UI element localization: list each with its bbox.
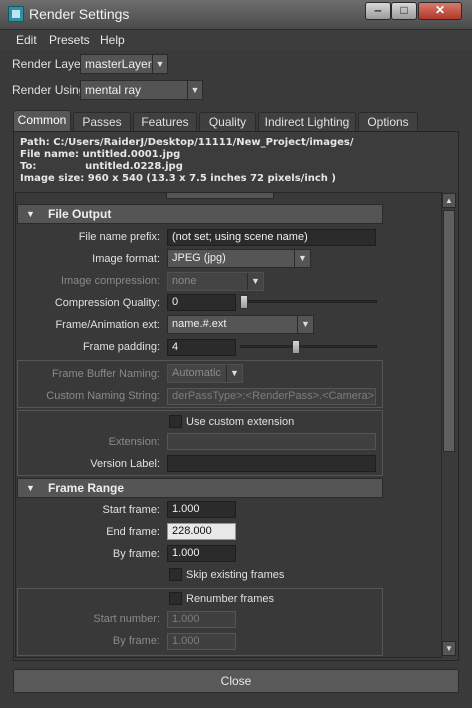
tab-features[interactable]: Features xyxy=(133,112,197,131)
tab-options[interactable]: Options xyxy=(358,112,418,131)
image-compression-dropdown[interactable]: none ▼ xyxy=(167,272,264,291)
chevron-down-icon: ▼ xyxy=(294,250,310,267)
skip-existing-frames-checkbox[interactable] xyxy=(169,568,182,581)
use-custom-extension-label: Use custom extension xyxy=(186,416,295,428)
info-to: To: untitled.0228.jpg xyxy=(20,161,183,172)
file-output-title: File Output xyxy=(48,207,112,221)
tab-common[interactable]: Common xyxy=(13,110,71,131)
use-custom-extension-checkbox[interactable] xyxy=(169,415,182,428)
start-number-input[interactable]: 1.000 xyxy=(167,611,236,628)
clipped-dropdown xyxy=(166,193,274,199)
custom-naming-label: Custom Naming String: xyxy=(46,390,160,402)
close-button[interactable]: Close xyxy=(13,669,459,693)
maya-app-icon xyxy=(8,6,24,22)
render-layer-dropdown[interactable]: masterLayer ▼ xyxy=(80,54,168,74)
end-frame-input[interactable]: 228.000 xyxy=(167,523,236,540)
collapse-triangle-icon: ▼ xyxy=(26,209,35,219)
info-file-name: File name: untitled.0001.jpg xyxy=(20,149,181,160)
scroll-up-arrow-icon[interactable]: ▲ xyxy=(442,193,456,208)
image-format-dropdown[interactable]: JPEG (jpg) ▼ xyxy=(167,249,311,268)
renumber-frames-checkbox[interactable] xyxy=(169,592,182,605)
frame-ext-label: Frame/Animation ext: xyxy=(55,319,160,331)
file-output-header[interactable]: ▼ File Output xyxy=(17,204,383,224)
image-compression-value: none xyxy=(172,275,197,287)
chevron-down-icon: ▼ xyxy=(297,316,313,333)
chevron-down-icon: ▼ xyxy=(247,273,263,290)
by-frame-2-input[interactable]: 1.000 xyxy=(167,633,236,650)
frame-padding-input[interactable]: 4 xyxy=(167,339,236,356)
render-using-label: Render Using xyxy=(12,83,86,97)
tab-quality[interactable]: Quality xyxy=(199,112,256,131)
window-title: Render Settings xyxy=(29,6,130,22)
version-label-input[interactable] xyxy=(167,455,376,472)
image-compression-label: Image compression: xyxy=(60,275,160,287)
chevron-down-icon: ▼ xyxy=(187,81,202,99)
collapse-triangle-icon: ▼ xyxy=(26,483,35,493)
frame-ext-value: name.#.ext xyxy=(172,318,227,330)
render-layer-label: Render Layer xyxy=(12,57,85,71)
image-format-label: Image format: xyxy=(92,253,160,265)
skip-existing-frames-label: Skip existing frames xyxy=(186,569,285,581)
version-label-label: Version Label: xyxy=(90,458,160,470)
chevron-down-icon: ▼ xyxy=(226,365,242,382)
minimize-button[interactable]: ‒ xyxy=(365,2,391,20)
menu-presets[interactable]: Presets xyxy=(49,33,90,47)
chevron-down-icon: ▼ xyxy=(152,55,167,73)
frame-buffer-naming-dropdown[interactable]: Automatic ▼ xyxy=(167,364,243,383)
compression-quality-label: Compression Quality: xyxy=(54,297,160,309)
render-layer-value: masterLayer xyxy=(85,57,152,71)
frame-padding-slider-track[interactable] xyxy=(240,345,377,348)
extension-input[interactable] xyxy=(167,433,376,450)
custom-naming-input[interactable]: derPassType>:<RenderPass>.<Camera> xyxy=(167,388,376,405)
end-frame-label: End frame: xyxy=(106,526,160,538)
frame-buffer-naming-value: Automatic xyxy=(172,367,221,379)
compression-quality-slider-track[interactable] xyxy=(240,300,377,303)
menu-help[interactable]: Help xyxy=(100,33,125,47)
info-path: Path: C:/Users/RaiderJ/Desktop/11111/New… xyxy=(20,137,354,148)
start-number-label: Start number: xyxy=(93,613,160,625)
tab-indirect-lighting[interactable]: Indirect Lighting xyxy=(258,112,356,131)
by-frame-2-label: By frame: xyxy=(112,635,160,647)
frame-ext-dropdown[interactable]: name.#.ext ▼ xyxy=(167,315,314,334)
scroll-down-arrow-icon[interactable]: ▼ xyxy=(442,641,456,656)
render-using-value: mental ray xyxy=(85,83,142,97)
extension-label: Extension: xyxy=(108,436,160,448)
info-image-size: Image size: 960 x 540 (13.3 x 7.5 inches… xyxy=(20,173,336,184)
image-format-value: JPEG (jpg) xyxy=(172,252,226,264)
start-frame-input[interactable]: 1.000 xyxy=(167,501,236,518)
file-name-prefix-input[interactable]: (not set; using scene name) xyxy=(167,229,376,246)
by-frame-label: By frame: xyxy=(112,548,160,560)
file-name-prefix-label: File name prefix: xyxy=(78,231,160,243)
maximize-button[interactable]: □ xyxy=(391,2,417,20)
frame-range-title: Frame Range xyxy=(48,481,125,495)
compression-quality-input[interactable]: 0 xyxy=(167,294,236,311)
compression-quality-slider-thumb[interactable] xyxy=(240,295,248,309)
render-using-dropdown[interactable]: mental ray ▼ xyxy=(80,80,203,100)
renumber-frames-label: Renumber frames xyxy=(186,593,275,605)
menu-edit[interactable]: Edit xyxy=(16,33,37,47)
window-close-button[interactable]: ✕ xyxy=(418,2,462,20)
frame-buffer-naming-label: Frame Buffer Naming: xyxy=(51,368,160,380)
scrollbar-thumb[interactable] xyxy=(443,210,455,452)
frame-padding-label: Frame padding: xyxy=(82,341,160,353)
tab-passes[interactable]: Passes xyxy=(73,112,131,131)
start-frame-label: Start frame: xyxy=(102,504,160,516)
frame-range-header[interactable]: ▼ Frame Range xyxy=(17,478,383,498)
frame-padding-slider-thumb[interactable] xyxy=(291,340,300,354)
by-frame-input[interactable]: 1.000 xyxy=(167,545,236,562)
